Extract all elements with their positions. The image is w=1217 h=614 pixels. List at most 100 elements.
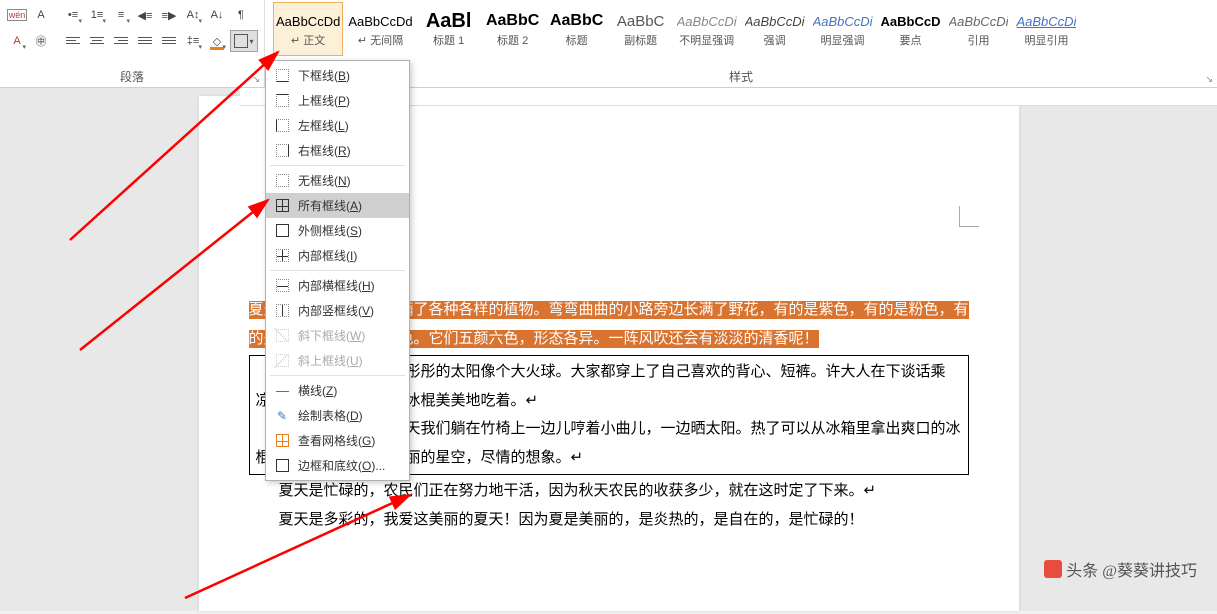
show-marks-button[interactable]: ¶ bbox=[230, 4, 252, 26]
enclose-char-button[interactable]: ㊥ bbox=[30, 30, 52, 52]
style-item[interactable]: AaBbCcD要点 bbox=[878, 2, 944, 56]
menu-item-label: 内部框线(I) bbox=[298, 247, 357, 264]
styles-gallery: AaBbCcDd↵ 正文AaBbCcDd↵ 无间隔AaBl标题 1AaBbC标题… bbox=[265, 0, 1217, 66]
style-preview: AaBbCcDi bbox=[1016, 10, 1076, 32]
menu-item-label: 右框线(R) bbox=[298, 142, 351, 159]
style-item[interactable]: AaBbC标题 2 bbox=[482, 2, 544, 56]
menu-item-inside[interactable]: 内部框线(I) bbox=[266, 243, 409, 268]
menu-item-label: 边框和底纹(O)... bbox=[298, 457, 385, 474]
watermark-logo-icon bbox=[1044, 560, 1062, 578]
menu-item-label: 斜上框线(U) bbox=[298, 352, 363, 369]
style-item[interactable]: AaBl标题 1 bbox=[418, 2, 480, 56]
document-area: 夏天是美丽的。墙上爬满了各种各样的植物。弯弯曲曲的小路旁边长满了野花，有的是紫色… bbox=[0, 88, 1217, 611]
char-shading-button[interactable]: A bbox=[6, 30, 28, 52]
menu-item-label: 内部竖框线(V) bbox=[298, 302, 374, 319]
align-center-button[interactable] bbox=[86, 30, 108, 52]
style-item[interactable]: AaBbCcDd↵ 正文 bbox=[273, 2, 343, 56]
align-distributed-button[interactable] bbox=[158, 30, 180, 52]
paragraph-dialog-launcher[interactable]: ↘ bbox=[252, 74, 260, 85]
paragraph: 夏天是多彩的，我爱这美丽的夏天！因为夏是美丽的，是炎热的，是自在的，是忙碌的！ bbox=[249, 506, 969, 535]
style-item[interactable]: AaBbC标题 bbox=[546, 2, 608, 56]
menu-item-left[interactable]: 左框线(L) bbox=[266, 113, 409, 138]
menu-item-label: 左框线(L) bbox=[298, 117, 349, 134]
decrease-indent-button[interactable]: ◀≡ bbox=[134, 4, 156, 26]
menu-item-grid[interactable]: 查看网格线(G) bbox=[266, 428, 409, 453]
style-name: 明显强调 bbox=[821, 32, 865, 48]
align-left-button[interactable] bbox=[62, 30, 84, 52]
style-preview: AaBbC bbox=[486, 10, 539, 32]
menu-separator bbox=[270, 165, 405, 166]
style-preview: AaBbCcDi bbox=[813, 10, 873, 32]
text-direction-button[interactable]: A↕ bbox=[182, 4, 204, 26]
borders-dropdown-menu: 下框线(B) 上框线(P) 左框线(L) 右框线(R) 无框线(N) 所有框线(A) 外侧框… bbox=[265, 60, 410, 481]
menu-item-v[interactable]: 内部竖框线(V) bbox=[266, 298, 409, 323]
increase-indent-button[interactable]: ≡▶ bbox=[158, 4, 180, 26]
menu-item-diag-up: 斜上框线(U) bbox=[266, 348, 409, 373]
menu-item-label: 所有框线(A) bbox=[298, 197, 362, 214]
style-name: 引用 bbox=[967, 32, 989, 48]
style-name: 明显引用 bbox=[1024, 32, 1068, 48]
line-spacing-button[interactable]: ‡≡ bbox=[182, 30, 204, 52]
menu-item-top[interactable]: 上框线(P) bbox=[266, 88, 409, 113]
style-item[interactable]: AaBbCcDi明显引用 bbox=[1013, 2, 1079, 56]
phonetic-guide-button[interactable]: wén bbox=[6, 4, 28, 26]
paragraph-section-label: 段落 ↘ bbox=[0, 66, 264, 87]
menu-item-none[interactable]: 无框线(N) bbox=[266, 168, 409, 193]
align-right-button[interactable] bbox=[110, 30, 132, 52]
borders-button[interactable]: ▾ bbox=[230, 30, 258, 52]
style-item[interactable]: AaBbCcDi强调 bbox=[742, 2, 808, 56]
style-preview: AaBbCcDi bbox=[677, 10, 737, 32]
menu-item-diag-down: 斜下框线(W) bbox=[266, 323, 409, 348]
style-preview: AaBbC bbox=[550, 10, 603, 32]
multilevel-button[interactable]: ≡ bbox=[110, 4, 132, 26]
style-preview: AaBl bbox=[426, 10, 472, 32]
sort-button[interactable]: A↓ bbox=[206, 4, 228, 26]
menu-item-bottom[interactable]: 下框线(B) bbox=[266, 63, 409, 88]
menu-item-label: 查看网格线(G) bbox=[298, 432, 375, 449]
style-item[interactable]: AaBbCcDd↵ 无间隔 bbox=[345, 2, 415, 56]
char-border-button[interactable]: A bbox=[30, 4, 52, 26]
style-item[interactable]: AaBbCcDi引用 bbox=[946, 2, 1012, 56]
style-preview: AaBbC bbox=[617, 10, 665, 32]
style-item[interactable]: AaBbCcDi明显强调 bbox=[810, 2, 876, 56]
style-name: 标题 bbox=[566, 32, 588, 48]
paragraph: 夏天是忙碌的，农民们正在努力地干活，因为秋天农民的收获多少，就在这时定了下来。↵ bbox=[249, 477, 969, 506]
menu-item-all[interactable]: 所有框线(A) bbox=[266, 193, 409, 218]
style-preview: AaBbCcD bbox=[881, 10, 941, 32]
menu-item-dialog[interactable]: 边框和底纹(O)... bbox=[266, 453, 409, 478]
style-preview: AaBbCcDd bbox=[348, 10, 412, 32]
ribbon: wén A •≡ 1≡ ≡ ◀≡ ≡▶ A↕ A↓ ¶ A ㊥ bbox=[0, 0, 1217, 88]
menu-item-label: 无框线(N) bbox=[298, 172, 351, 189]
styles-dialog-launcher[interactable]: ↘ bbox=[1205, 74, 1213, 85]
style-name: 副标题 bbox=[624, 32, 657, 48]
menu-separator bbox=[270, 375, 405, 376]
style-name: 要点 bbox=[900, 32, 922, 48]
menu-item-right[interactable]: 右框线(R) bbox=[266, 138, 409, 163]
menu-item-label: 内部横框线(H) bbox=[298, 277, 375, 294]
style-name: 不明显强调 bbox=[679, 32, 734, 48]
menu-item-label: 上框线(P) bbox=[298, 92, 350, 109]
menu-item-outside[interactable]: 外侧框线(S) bbox=[266, 218, 409, 243]
menu-item-label: 斜下框线(W) bbox=[298, 327, 365, 344]
style-name: 标题 2 bbox=[497, 32, 528, 48]
paragraph-section: wén A •≡ 1≡ ≡ ◀≡ ≡▶ A↕ A↓ ¶ A ㊥ bbox=[0, 0, 265, 87]
chevron-down-icon: ▾ bbox=[249, 37, 253, 46]
menu-item-h[interactable]: 内部横框线(H) bbox=[266, 273, 409, 298]
menu-item-label: 横线(Z) bbox=[298, 382, 337, 399]
menu-item-label: 外侧框线(S) bbox=[298, 222, 362, 239]
style-item[interactable]: AaBbCcDi不明显强调 bbox=[674, 2, 740, 56]
menu-item-draw[interactable]: ✎绘制表格(D) bbox=[266, 403, 409, 428]
bullets-button[interactable]: •≡ bbox=[62, 4, 84, 26]
style-item[interactable]: AaBbC副标题 bbox=[610, 2, 672, 56]
border-icon bbox=[234, 34, 248, 48]
style-preview: AaBbCcDi bbox=[745, 10, 805, 32]
menu-item-label: 绘制表格(D) bbox=[298, 407, 363, 424]
align-justify-button[interactable] bbox=[134, 30, 156, 52]
style-preview: AaBbCcDi bbox=[949, 10, 1009, 32]
numbering-button[interactable]: 1≡ bbox=[86, 4, 108, 26]
shading-button[interactable]: ◇ bbox=[206, 30, 228, 52]
menu-item-hline[interactable]: 横线(Z) bbox=[266, 378, 409, 403]
menu-item-label: 下框线(B) bbox=[298, 67, 350, 84]
style-preview: AaBbCcDd bbox=[276, 10, 340, 32]
style-name: 强调 bbox=[764, 32, 786, 48]
